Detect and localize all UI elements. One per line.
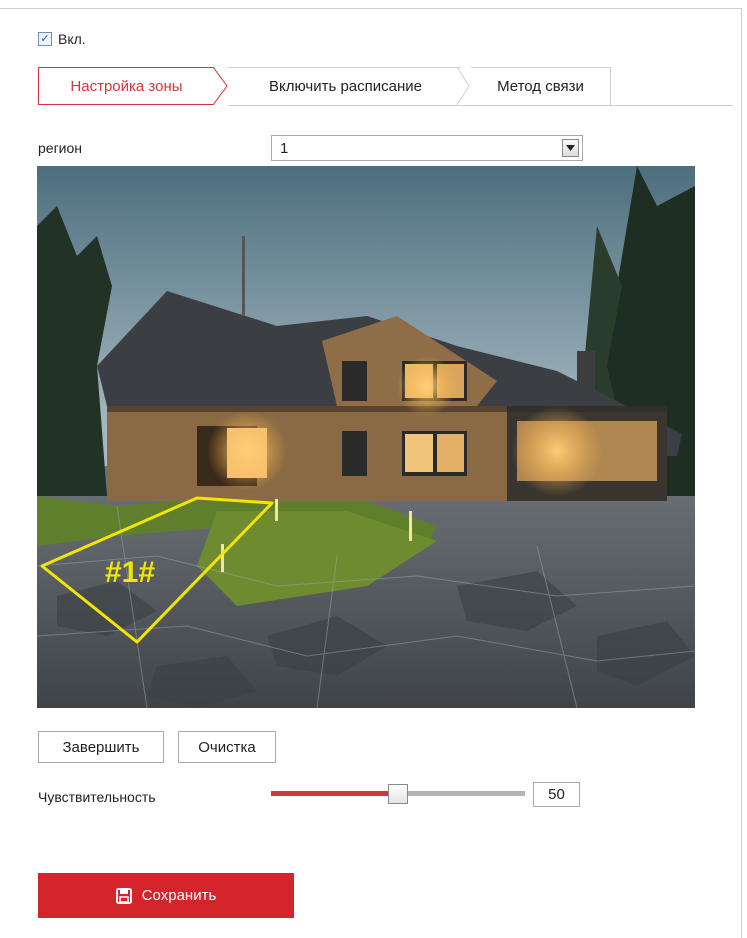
clear-button-label: Очистка — [198, 738, 256, 756]
save-button-label: Сохранить — [141, 887, 217, 904]
finish-button[interactable]: Завершить — [38, 731, 164, 763]
region-label: регион — [38, 140, 83, 156]
scene-image: #1# — [37, 166, 695, 708]
region-select-value: 1 — [280, 139, 289, 157]
region-select[interactable]: 1 — [271, 135, 583, 161]
sensitivity-value-field[interactable]: 50 — [533, 782, 580, 807]
tab-linkage-method[interactable]: Метод связи — [471, 67, 611, 105]
clear-button[interactable]: Очистка — [178, 731, 276, 763]
slider-fill — [271, 791, 398, 796]
slider-thumb[interactable] — [388, 784, 408, 804]
tab-label: Метод связи — [497, 78, 584, 95]
tab-label: Настройка зоны — [70, 77, 183, 95]
chevron-down-icon[interactable] — [562, 139, 579, 157]
enable-label: Вкл. — [58, 31, 86, 47]
tab-chevron-icon — [456, 67, 470, 105]
frame-border-top — [0, 8, 741, 9]
tab-schedule[interactable]: Включить расписание — [233, 67, 458, 105]
sensitivity-label: Чувствительность — [38, 789, 156, 805]
finish-button-label: Завершить — [62, 738, 140, 756]
check-icon: ✓ — [40, 32, 50, 45]
sensitivity-slider[interactable] — [271, 784, 525, 806]
floppy-disk-icon — [115, 887, 132, 904]
sensitivity-value: 50 — [548, 786, 565, 803]
camera-preview[interactable]: #1# — [37, 166, 695, 708]
enable-row: ✓ Вкл. — [38, 31, 86, 47]
tab-zone-settings[interactable]: Настройка зоны — [38, 67, 214, 105]
enable-checkbox[interactable]: ✓ — [38, 32, 52, 46]
tab-underline — [228, 105, 733, 106]
save-button[interactable]: Сохранить — [38, 873, 294, 918]
frame-border-right — [741, 8, 742, 938]
tab-chevron-icon — [213, 67, 228, 105]
tab-label: Включить расписание — [269, 77, 422, 95]
tab-bar: Настройка зоны Включить расписание Метод… — [38, 67, 733, 107]
zone-label: #1# — [105, 556, 155, 589]
